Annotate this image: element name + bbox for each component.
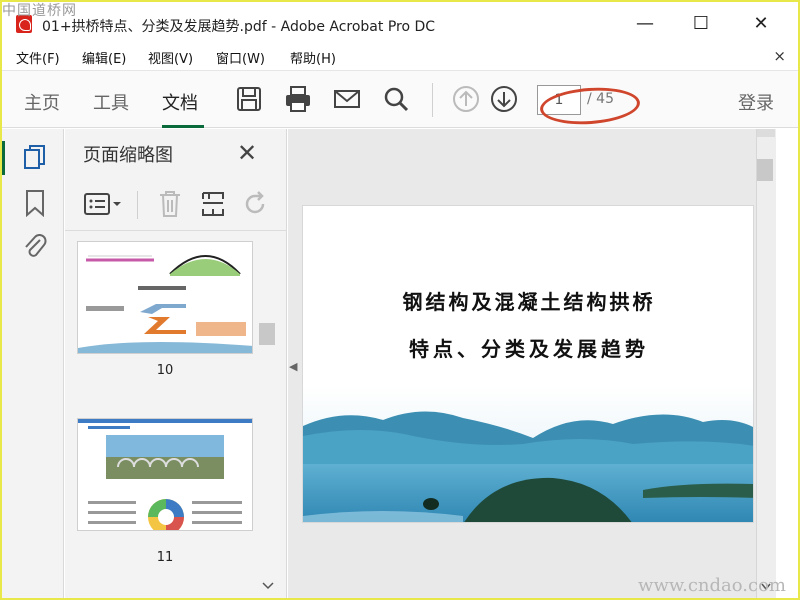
document-title-line1: 钢结构及混凝土结构拱桥 — [402, 290, 656, 314]
thumbnail-10-graphic — [78, 255, 252, 353]
save-icon[interactable] — [234, 84, 264, 114]
menu-window[interactable]: 窗口(W) — [216, 48, 265, 67]
panel-title: 页面缩略图 — [83, 145, 173, 166]
window-title: 01+拱桥特点、分类及发展趋势.pdf - Adobe Acrobat Pro … — [42, 19, 436, 35]
delete-page-icon[interactable] — [157, 189, 183, 219]
menu-file[interactable]: 文件(F) — [16, 48, 60, 67]
close-button[interactable]: ✕ — [746, 10, 776, 38]
page-thumbnail-11[interactable] — [77, 418, 253, 531]
menu-edit[interactable]: 编辑(E) — [82, 48, 126, 67]
menu-bar: 文件(F) 编辑(E) 视图(V) 窗口(W) 帮助(H) × — [2, 46, 798, 68]
close-document-icon[interactable]: × — [773, 47, 786, 65]
panel-scrollbar[interactable] — [259, 233, 277, 595]
print-icon[interactable] — [283, 84, 313, 114]
watermark-bottom-right: www.cndao.com — [638, 575, 786, 596]
panel-toolbar — [65, 179, 287, 231]
email-icon[interactable] — [332, 84, 362, 114]
thumbnail-label-11: 11 — [156, 550, 174, 565]
tab-home[interactable]: 主页 — [24, 89, 60, 115]
login-link[interactable]: 登录 — [738, 89, 774, 115]
page-thumbnail-10[interactable] — [77, 241, 253, 354]
thumbnail-11-graphic — [78, 419, 252, 530]
document-scrollbar[interactable] — [756, 129, 776, 598]
panel-tool-separator — [137, 191, 138, 219]
tab-document[interactable]: 文档 — [162, 89, 198, 115]
minimize-button[interactable]: — — [630, 10, 660, 38]
panel-scroll-down-icon[interactable] — [261, 581, 275, 591]
panel-scroll-thumb[interactable] — [259, 323, 275, 345]
search-icon[interactable] — [381, 84, 411, 114]
menu-help[interactable]: 帮助(H) — [290, 48, 336, 67]
rail-active-indicator — [2, 141, 5, 175]
menu-view[interactable]: 视图(V) — [148, 48, 193, 67]
title-bar: 01+拱桥特点、分类及发展趋势.pdf - Adobe Acrobat Pro … — [2, 2, 798, 46]
extract-pages-icon[interactable] — [199, 189, 227, 219]
landscape-image — [303, 386, 753, 522]
thumbnail-panel: 页面缩略图 ✕ 10 11 — [65, 129, 287, 598]
next-page-icon[interactable] — [489, 84, 519, 114]
rotate-page-icon[interactable] — [241, 190, 269, 218]
thumbnail-label-10: 10 — [156, 363, 174, 378]
page-thumbnails-icon[interactable] — [22, 143, 48, 171]
maximize-button[interactable]: ☐ — [686, 10, 716, 38]
pdf-page: 钢结构及混凝土结构拱桥 特点、分类及发展趋势 — [302, 205, 754, 523]
main-toolbar: 主页 工具 文档 1 / 45 登录 — [2, 70, 798, 128]
navigation-rail — [2, 129, 64, 598]
window-right-margin — [776, 129, 798, 598]
scroll-up-area[interactable] — [757, 129, 775, 137]
active-tab-indicator — [162, 125, 204, 128]
panel-close-icon[interactable]: ✕ — [237, 139, 257, 167]
document-title-line2: 特点、分类及发展趋势 — [409, 337, 649, 361]
options-menu-icon[interactable] — [83, 191, 123, 217]
previous-page-icon[interactable] — [451, 84, 481, 114]
collapse-panel-arrow-icon[interactable]: ◀ — [289, 360, 297, 373]
attachment-icon[interactable] — [22, 231, 48, 261]
tab-tools[interactable]: 工具 — [93, 89, 129, 115]
toolbar-separator — [432, 83, 433, 117]
watermark-top-left: 中国道桥网 — [2, 3, 77, 19]
document-scroll-thumb[interactable] — [757, 159, 773, 181]
bookmark-icon[interactable] — [24, 189, 46, 217]
